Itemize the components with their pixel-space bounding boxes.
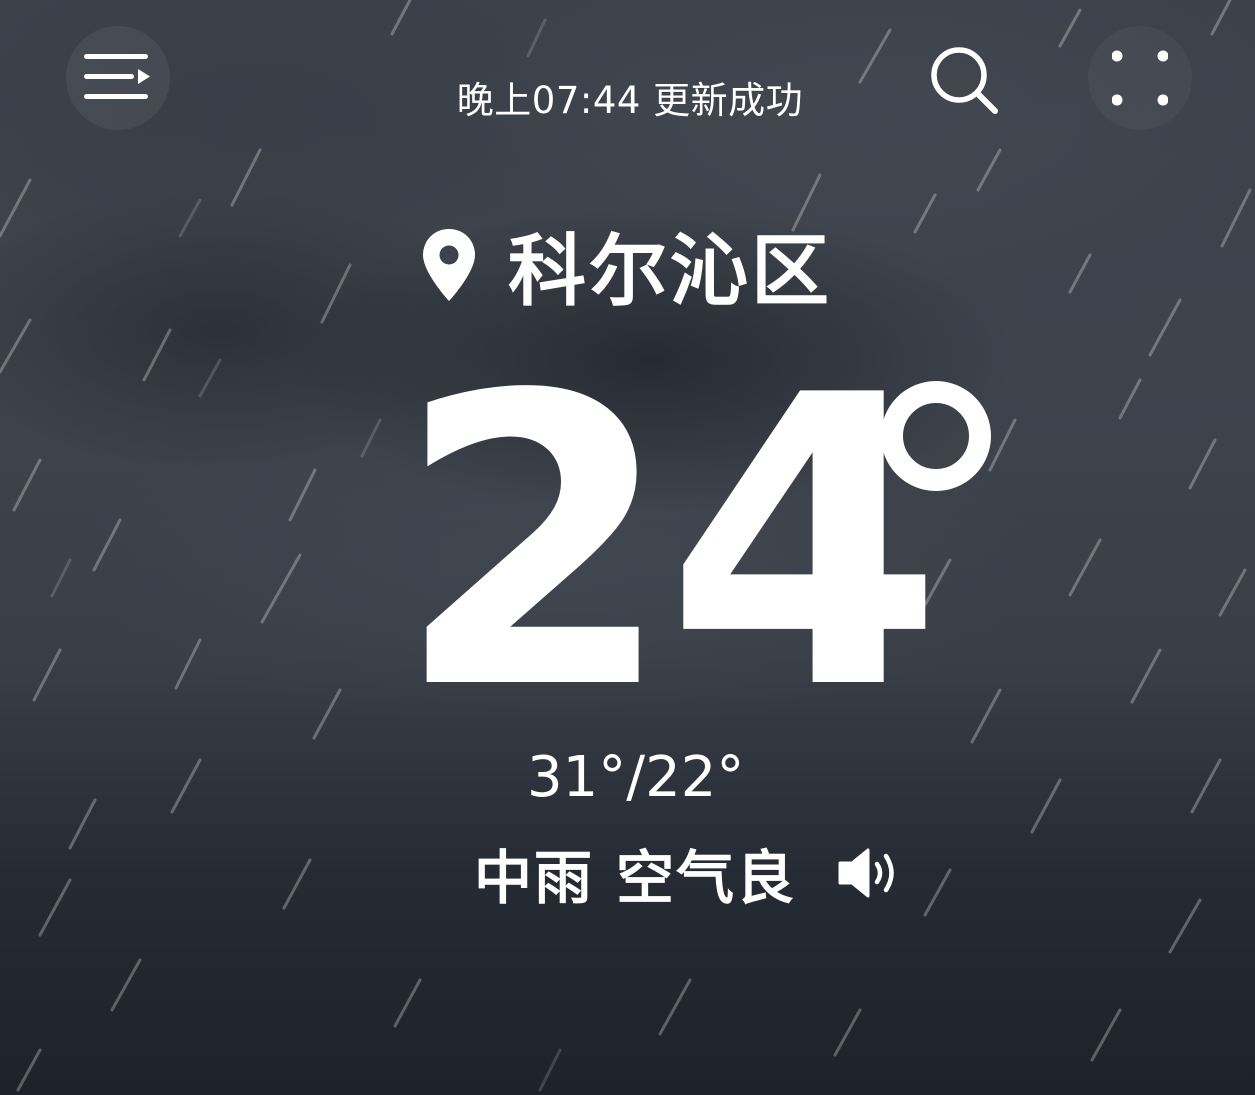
update-status: 晚上07:44 更新成功 bbox=[456, 79, 804, 122]
voice-broadcast-button[interactable] bbox=[836, 847, 902, 899]
high-low-temperature: 31°/22° bbox=[527, 745, 745, 810]
menu-list-icon bbox=[84, 54, 150, 99]
current-temperature: 24 bbox=[395, 312, 944, 777]
air-quality-text: 空气良 bbox=[616, 844, 797, 912]
menu-button[interactable] bbox=[66, 26, 170, 130]
four-dots-icon bbox=[1112, 50, 1168, 106]
more-options-button[interactable] bbox=[1088, 26, 1192, 130]
location-pin-icon bbox=[423, 229, 475, 301]
condition-text: 中雨 bbox=[474, 844, 595, 912]
weather-condition: 中雨 空气良 bbox=[474, 831, 796, 915]
watermark bbox=[920, 1030, 1230, 1070]
speaker-icon bbox=[838, 848, 894, 898]
degree-symbol bbox=[881, 381, 991, 491]
search-button[interactable] bbox=[918, 36, 1012, 126]
location-selector[interactable]: 科尔沁区 bbox=[420, 215, 832, 317]
search-icon bbox=[931, 47, 998, 114]
condition-row: 中雨 空气良 bbox=[474, 838, 902, 912]
city-name: 科尔沁区 bbox=[508, 227, 833, 317]
